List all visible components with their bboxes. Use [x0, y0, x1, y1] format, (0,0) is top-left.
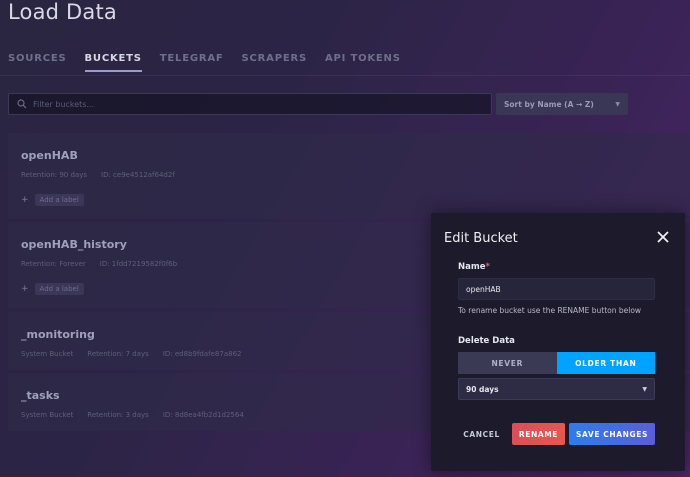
bucket-meta: Retention: 90 days ID: ce9e4512af64d2f	[21, 171, 175, 179]
bucket-retention: Retention: Forever	[21, 260, 86, 268]
bucket-id: ID: ce9e4512af64d2f	[101, 171, 175, 179]
save-changes-button[interactable]: SAVE CHANGES	[569, 423, 655, 445]
duration-value: 90 days	[466, 384, 499, 394]
chevron-down-icon: ▼	[642, 385, 647, 393]
dialog-title: Edit Bucket	[444, 231, 518, 246]
delete-data-toggle: NEVER OLDER THAN	[458, 352, 655, 374]
tab-telegraf[interactable]: TELEGRAF	[160, 53, 224, 72]
delete-data-label: Delete Data	[458, 336, 515, 346]
bucket-meta: System Bucket Retention: 3 days ID: 8d8e…	[21, 411, 244, 419]
never-option[interactable]: NEVER	[458, 352, 557, 374]
add-label-text: Add a label	[34, 194, 84, 206]
bucket-name[interactable]: _tasks	[21, 389, 60, 402]
tab-sources[interactable]: SOURCES	[8, 53, 67, 72]
filter-buckets-input[interactable]	[33, 99, 491, 109]
rename-button[interactable]: RENAME	[511, 423, 566, 445]
filter-buckets-field[interactable]	[8, 93, 492, 115]
required-mark: *	[485, 262, 490, 272]
bucket-id: ID: 1fdd7219582f0f6b	[99, 260, 178, 268]
bucket-retention: Retention: 7 days	[87, 350, 149, 358]
edit-bucket-dialog: Edit Bucket Name* To rename bucket use t…	[431, 213, 685, 471]
add-label-button[interactable]: + Add a label	[21, 194, 84, 206]
bucket-meta: Retention: Forever ID: 1fdd7219582f0f6b	[21, 260, 177, 268]
chevron-down-icon: ▼	[615, 100, 620, 108]
older-than-option[interactable]: OLDER THAN	[556, 352, 655, 374]
bucket-id: ID: ed8b9fdafe87a862	[162, 350, 242, 358]
cancel-button[interactable]: CANCEL	[455, 423, 508, 445]
add-label-text: Add a label	[34, 283, 84, 295]
load-data-page: Load Data SOURCES BUCKETS TELEGRAF SCRAP…	[0, 0, 690, 477]
bucket-retention: Retention: 3 days	[87, 411, 149, 419]
close-icon[interactable]	[657, 231, 669, 243]
dialog-actions: CANCEL RENAME SAVE CHANGES	[455, 423, 655, 445]
add-label-button[interactable]: + Add a label	[21, 283, 84, 295]
bucket-type: System Bucket	[21, 350, 74, 358]
plus-icon: +	[21, 284, 29, 294]
tabs-divider	[0, 75, 690, 76]
plus-icon: +	[21, 195, 29, 205]
bucket-id: ID: 8d8ea4fb2d1d2564	[162, 411, 244, 419]
tab-bar: SOURCES BUCKETS TELEGRAF SCRAPERS API TO…	[8, 53, 401, 72]
bucket-retention: Retention: 90 days	[21, 171, 87, 179]
bucket-type: System Bucket	[21, 411, 74, 419]
sort-dropdown[interactable]: Sort by Name (A → Z) ▼	[496, 93, 628, 115]
rename-hint: To rename bucket use the RENAME button b…	[458, 306, 642, 315]
sort-value: Sort by Name (A → Z)	[504, 99, 594, 109]
bucket-name[interactable]: openHAB	[21, 149, 78, 162]
bucket-meta: System Bucket Retention: 7 days ID: ed8b…	[21, 350, 242, 358]
bucket-name-field[interactable]	[458, 278, 655, 300]
bucket-name[interactable]: openHAB_history	[21, 238, 127, 251]
tab-scrapers[interactable]: SCRAPERS	[242, 53, 307, 72]
name-label-text: Name	[458, 262, 486, 272]
page-title: Load Data	[8, 0, 117, 24]
bucket-card-openhab[interactable]: openHAB Retention: 90 days ID: ce9e4512a…	[8, 133, 690, 219]
tab-buckets[interactable]: BUCKETS	[84, 53, 142, 72]
tab-api-tokens[interactable]: API TOKENS	[325, 53, 401, 72]
duration-dropdown[interactable]: 90 days ▼	[458, 378, 655, 400]
search-icon	[17, 99, 27, 109]
bucket-name[interactable]: _monitoring	[21, 328, 95, 341]
name-label: Name*	[458, 262, 490, 272]
